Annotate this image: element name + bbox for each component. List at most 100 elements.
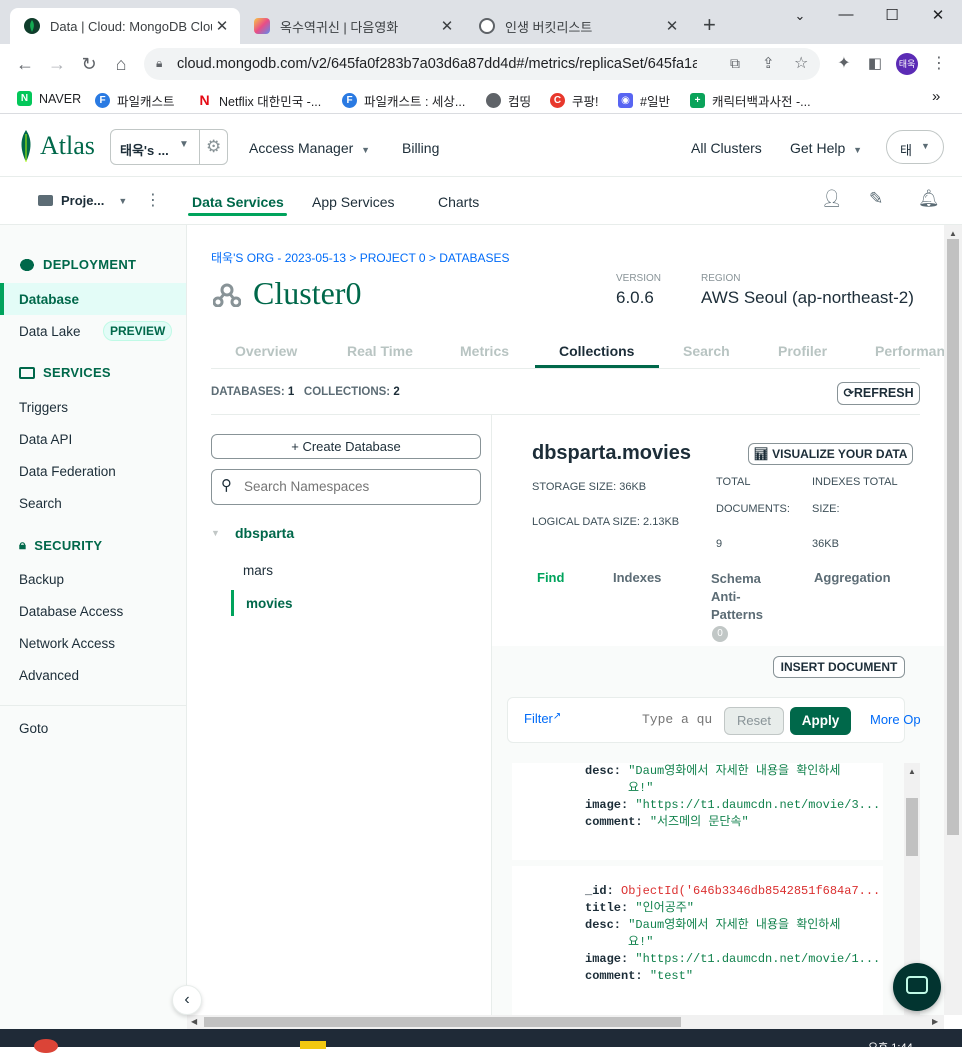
close-window-icon[interactable]: ✕ bbox=[924, 6, 952, 24]
more-options-link[interactable]: More Op bbox=[870, 712, 921, 727]
collection-movies[interactable]: movies bbox=[246, 596, 293, 611]
project-selector[interactable]: Proje... ▼ bbox=[38, 193, 127, 208]
horizontal-scrollbar[interactable]: ◀ ▶ bbox=[187, 1015, 944, 1029]
taskbar-chrome-icon[interactable] bbox=[34, 1039, 58, 1053]
tab-collections[interactable]: Collections bbox=[559, 343, 634, 359]
db-expand-icon[interactable]: ▼ bbox=[211, 528, 220, 538]
share-icon[interactable]: ⇪ bbox=[762, 54, 775, 72]
sidebar-item-triggers[interactable]: Triggers bbox=[19, 400, 68, 415]
sidebar-item-goto[interactable]: Goto bbox=[19, 721, 48, 736]
translate-icon[interactable]: ⧉ bbox=[730, 55, 740, 72]
maximize-icon[interactable]: ☐ bbox=[878, 6, 906, 24]
chat-support-button[interactable] bbox=[893, 963, 941, 1011]
refresh-button[interactable]: ⟳REFRESH bbox=[837, 382, 920, 405]
address-bar[interactable]: 🔒︎ cloud.mongodb.com/v2/645fa0f283b7a03d… bbox=[144, 48, 820, 80]
scroll-thumb[interactable] bbox=[947, 239, 959, 835]
tab-overview[interactable]: Overview bbox=[235, 343, 297, 359]
bookmark-discord[interactable]: ◉ #일반 bbox=[618, 91, 670, 110]
close-icon[interactable]: ✕ bbox=[437, 17, 457, 35]
all-clusters-link[interactable]: All Clusters bbox=[691, 140, 762, 156]
tab-daum-movie[interactable]: 옥수역귀신 | 다음영화 ✕ bbox=[240, 8, 465, 44]
gear-icon[interactable]: ⚙ bbox=[206, 137, 221, 157]
tab-search[interactable]: Search bbox=[683, 343, 730, 359]
activity-feed-icon[interactable]: ✎ bbox=[869, 189, 883, 209]
access-manager-menu[interactable]: Access Manager ▼ bbox=[249, 140, 370, 156]
subtab-schema[interactable]: Schema Anti-Patterns bbox=[711, 570, 771, 624]
profile-avatar[interactable]: 태욱 bbox=[896, 53, 918, 75]
sidebar-item-advanced[interactable]: Advanced bbox=[19, 668, 79, 683]
user-menu[interactable]: 태 ▼ bbox=[886, 130, 944, 164]
sidebar-item-database[interactable]: Database bbox=[0, 283, 186, 315]
star-icon[interactable]: ☆ bbox=[794, 53, 808, 73]
tab-performance[interactable]: Performan bbox=[875, 343, 944, 359]
new-tab-button[interactable]: + bbox=[703, 12, 716, 38]
collapse-sidebar-button[interactable]: ‹ bbox=[172, 985, 202, 1015]
filter-link[interactable]: Filter↗ bbox=[524, 711, 561, 726]
bookmark-netflix[interactable]: N Netflix 대한민국 -... bbox=[197, 91, 321, 110]
tab-charts[interactable]: Charts bbox=[438, 194, 479, 210]
bookmark-character[interactable]: + 캐릭터백과사전 -... bbox=[690, 91, 811, 110]
breadcrumb[interactable]: 태욱'S ORG - 2023-05-13 > PROJECT 0 > DATA… bbox=[211, 249, 509, 266]
bookmark-coupang[interactable]: C 쿠팡! bbox=[550, 91, 598, 110]
extensions-icon[interactable]: ✦ bbox=[832, 54, 856, 74]
reset-button[interactable]: Reset bbox=[724, 707, 784, 735]
collection-mars[interactable]: mars bbox=[243, 563, 273, 578]
project-more-icon[interactable]: ⋮ bbox=[145, 190, 161, 210]
get-help-menu[interactable]: Get Help ▼ bbox=[790, 140, 862, 156]
bookmark-filecast[interactable]: F 파일캐스트 bbox=[95, 91, 175, 110]
menu-icon[interactable]: ⋮ bbox=[927, 54, 951, 74]
bookmark-filecast-2[interactable]: F 파일캐스트 : 세상... bbox=[342, 91, 465, 110]
forward-icon[interactable]: → bbox=[45, 54, 69, 74]
close-icon[interactable]: ✕ bbox=[662, 17, 682, 35]
tab-profiler[interactable]: Profiler bbox=[778, 343, 827, 359]
tab-app-services[interactable]: App Services bbox=[312, 194, 394, 210]
tab-search-icon[interactable]: ⌄ bbox=[786, 8, 814, 24]
bookmark-comthing[interactable]: 컴띵 bbox=[486, 91, 531, 110]
tab-metrics[interactable]: Metrics bbox=[460, 343, 509, 359]
scroll-thumb[interactable] bbox=[906, 798, 918, 856]
scroll-right-icon[interactable]: ▶ bbox=[932, 1017, 938, 1026]
sidepanel-icon[interactable]: ◧ bbox=[863, 54, 887, 74]
subtab-indexes[interactable]: Indexes bbox=[613, 570, 661, 585]
home-icon[interactable]: ⌂ bbox=[109, 54, 133, 74]
taskbar-app-icon[interactable] bbox=[300, 1041, 326, 1049]
sidebar-item-database-access[interactable]: Database Access bbox=[19, 604, 123, 619]
visualize-button[interactable]: 📊︎ VISUALIZE YOUR DATA bbox=[748, 443, 913, 465]
org-selector[interactable]: 태욱's ... ▼ ⚙ bbox=[110, 129, 228, 165]
sidebar-item-data-api[interactable]: Data API bbox=[19, 432, 72, 447]
page-scrollbar[interactable]: ▲ bbox=[944, 225, 962, 1015]
invite-user-icon[interactable]: 👤︎ bbox=[821, 189, 843, 209]
subtab-aggregation[interactable]: Aggregation bbox=[814, 570, 891, 585]
apply-button[interactable]: Apply bbox=[790, 707, 851, 735]
close-icon[interactable]: ✕ bbox=[212, 17, 232, 35]
tab-data-services[interactable]: Data Services bbox=[192, 194, 284, 210]
document-card[interactable]: desc: "Daum영화에서 자세한 내용을 확인하세 요!" image: … bbox=[512, 763, 883, 860]
scroll-up-icon[interactable]: ▲ bbox=[949, 229, 957, 238]
sidebar-item-backup[interactable]: Backup bbox=[19, 572, 64, 587]
create-database-button[interactable]: + Create Database bbox=[211, 434, 481, 459]
query-input[interactable] bbox=[642, 712, 722, 727]
bookmark-naver[interactable]: N NAVER bbox=[17, 91, 81, 106]
tab-real-time[interactable]: Real Time bbox=[347, 343, 413, 359]
sidebar-item-data-federation[interactable]: Data Federation bbox=[19, 464, 116, 479]
atlas-logo[interactable]: Atlas bbox=[18, 129, 95, 163]
scroll-left-icon[interactable]: ◀ bbox=[191, 1017, 197, 1026]
more-bookmarks[interactable]: » bbox=[932, 88, 940, 105]
scroll-thumb[interactable] bbox=[204, 1017, 681, 1027]
db-dbsparta[interactable]: dbsparta bbox=[235, 525, 294, 541]
namespace-search[interactable]: ⚲ bbox=[211, 469, 481, 505]
insert-document-button[interactable]: INSERT DOCUMENT bbox=[773, 656, 905, 678]
tab-bucketlist[interactable]: 인생 버킷리스트 ✕ bbox=[465, 8, 690, 44]
sidebar-item-search[interactable]: Search bbox=[19, 496, 62, 511]
back-icon[interactable]: ← bbox=[13, 54, 37, 74]
tab-mongodb[interactable]: Data | Cloud: MongoDB Cloud ✕ bbox=[10, 8, 240, 44]
scroll-up-icon[interactable]: ▲ bbox=[908, 767, 916, 776]
minimize-icon[interactable]: — bbox=[832, 6, 860, 23]
subtab-find[interactable]: Find bbox=[537, 570, 564, 585]
reload-icon[interactable]: ↻ bbox=[77, 54, 101, 74]
bell-icon[interactable]: 🔔︎ bbox=[918, 189, 940, 209]
search-input[interactable] bbox=[244, 479, 469, 494]
sidebar-item-data-lake[interactable]: Data Lake bbox=[19, 324, 81, 339]
sidebar-item-network-access[interactable]: Network Access bbox=[19, 636, 115, 651]
billing-link[interactable]: Billing bbox=[402, 140, 439, 156]
